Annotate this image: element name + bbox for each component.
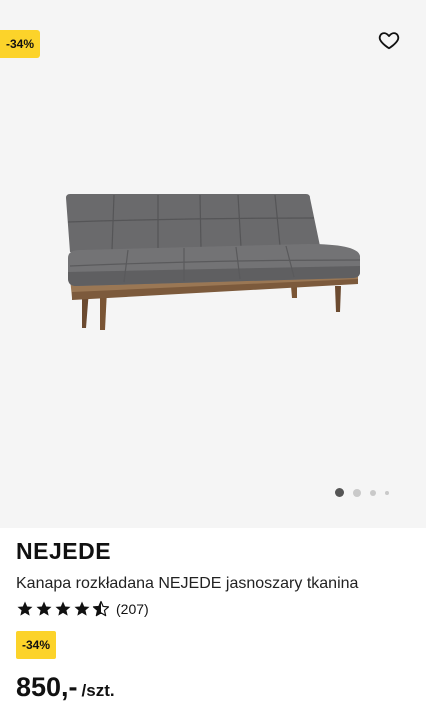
product-name[interactable]: NEJEDE — [16, 538, 111, 565]
product-image-area[interactable]: -34% — [0, 0, 426, 528]
star-full-icon — [55, 601, 71, 616]
star-half-icon — [92, 600, 110, 617]
rating-stars — [16, 600, 110, 618]
product-description: Kanapa rozkładana NEJEDE jasnoszary tkan… — [16, 575, 359, 592]
star-full-icon — [36, 601, 52, 616]
price-value: 850,- — [16, 672, 78, 702]
product-price: 850,-/szt. — [16, 672, 115, 703]
price-unit: /szt. — [81, 681, 115, 700]
pagination-dot[interactable] — [370, 489, 376, 496]
gallery-pagination[interactable] — [335, 488, 389, 497]
discount-badge: -34% — [0, 30, 41, 58]
review-count[interactable]: (207) — [116, 601, 149, 617]
star-full-icon — [17, 601, 33, 616]
product-rating[interactable]: (207) — [16, 600, 149, 618]
pagination-dot[interactable] — [385, 490, 389, 495]
pagination-dot[interactable] — [353, 488, 361, 497]
heart-icon[interactable] — [378, 29, 400, 51]
star-full-icon — [74, 601, 90, 616]
pagination-dot-active[interactable] — [335, 488, 344, 497]
sofa-image — [66, 194, 361, 330]
price-discount-badge: -34% — [16, 631, 57, 659]
